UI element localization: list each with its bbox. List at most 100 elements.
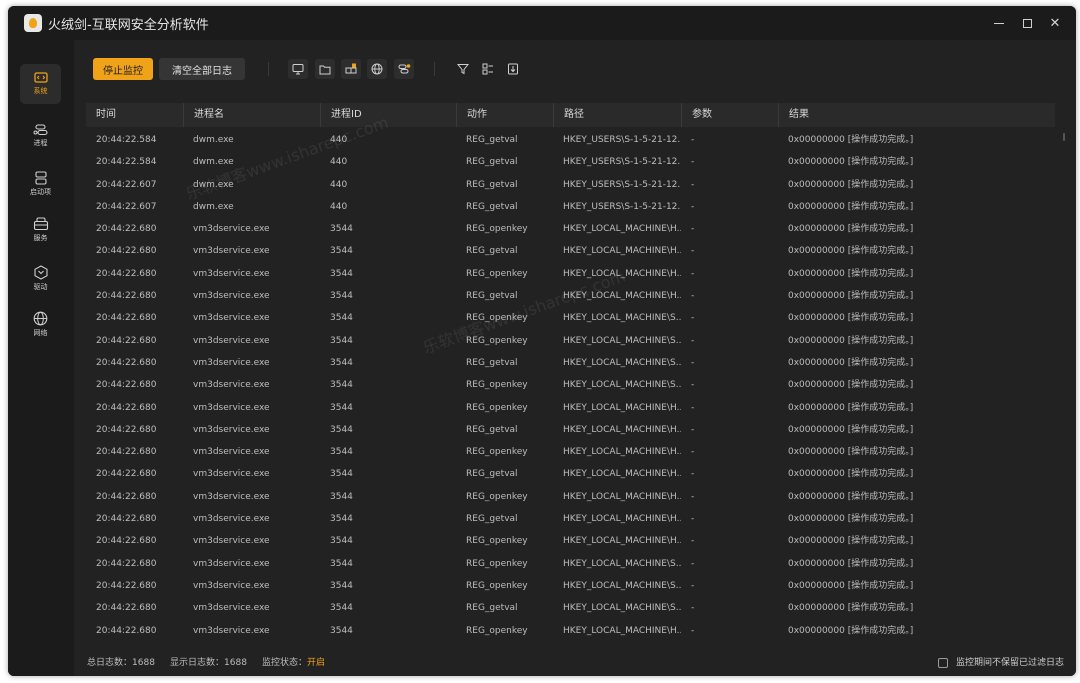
cell-time: 20:44:22.680 bbox=[96, 424, 157, 435]
cell-result: 0x00000000 [操作成功完成。] bbox=[788, 179, 914, 190]
stop-monitor-button[interactable]: 停止监控 bbox=[93, 58, 153, 80]
table-body: 20:44:22.584 dwm.exe 440 REG_getval HKEY_USE… bbox=[86, 129, 1055, 642]
cell-time: 20:44:22.680 bbox=[96, 268, 157, 279]
cell-process-id: 3544 bbox=[330, 514, 353, 525]
column-header-process-id[interactable]: 进程ID bbox=[320, 103, 456, 127]
cell-process-name: vm3dservice.exe bbox=[193, 469, 270, 480]
status-bar: 总日志数：1688 显示日志数：1688 监控状态：开启 监控期间不保留已过滤日… bbox=[74, 653, 1076, 673]
column-header-process-name[interactable]: 进程名 bbox=[183, 103, 320, 127]
cell-process-id: 3544 bbox=[330, 491, 353, 502]
cell-time: 20:44:22.680 bbox=[96, 625, 157, 636]
table-row[interactable]: 20:44:22.680 vm3dservice.exe 3544 REG_openk… bbox=[86, 263, 1055, 285]
table-row[interactable]: 20:44:22.607 dwm.exe 440 REG_getval HKEY_USE… bbox=[86, 196, 1055, 218]
cell-path: HKEY_LOCAL_MACHINE\H... bbox=[563, 469, 681, 480]
cell-params: - bbox=[691, 179, 695, 190]
table-row[interactable]: 20:44:22.607 dwm.exe 440 REG_getval HKEY_USE… bbox=[86, 174, 1055, 196]
cell-path: HKEY_LOCAL_MACHINE\S... bbox=[563, 558, 681, 569]
table-scrollbar[interactable] bbox=[1062, 133, 1066, 633]
table-row[interactable]: 20:44:22.680 vm3dservice.exe 3544 REG_openk… bbox=[86, 620, 1055, 642]
column-header-path[interactable]: 路径 bbox=[553, 103, 681, 127]
cell-path: HKEY_USERS\S-1-5-21-12... bbox=[563, 201, 681, 212]
monitor-icon[interactable] bbox=[288, 59, 308, 79]
cell-action: REG_openkey bbox=[466, 491, 528, 502]
window-controls: ✕ bbox=[992, 6, 1062, 40]
cell-action: REG_openkey bbox=[466, 580, 528, 591]
scrollbar-thumb[interactable] bbox=[1063, 133, 1065, 141]
column-header-time[interactable]: 时间 bbox=[86, 103, 183, 127]
sidebar-item-driver[interactable]: 驱动 bbox=[20, 258, 61, 298]
cell-process-name: dwm.exe bbox=[193, 201, 234, 212]
table-row[interactable]: 20:44:22.680 vm3dservice.exe 3544 REG_openk… bbox=[86, 397, 1055, 419]
folder-icon[interactable] bbox=[315, 59, 335, 79]
sidebar-item-service[interactable]: 服务 bbox=[20, 210, 61, 250]
cell-process-id: 440 bbox=[330, 135, 348, 145]
cell-path: HKEY_LOCAL_MACHINE\H... bbox=[563, 402, 681, 413]
table-row[interactable]: 20:44:22.680 vm3dservice.exe 3544 REG_openk… bbox=[86, 330, 1055, 352]
cell-process-id: 3544 bbox=[330, 357, 353, 368]
minimize-button[interactable] bbox=[992, 16, 1006, 30]
cell-action: REG_getval bbox=[466, 514, 518, 525]
cell-process-id: 3544 bbox=[330, 580, 353, 591]
column-header-result[interactable]: 结果 bbox=[778, 103, 1055, 127]
cell-process-name: vm3dservice.exe bbox=[193, 335, 270, 346]
sidebar-item-system[interactable]: 系统 bbox=[20, 64, 61, 104]
table-row[interactable]: 20:44:22.680 vm3dservice.exe 3544 REG_openk… bbox=[86, 486, 1055, 508]
cell-time: 20:44:22.584 bbox=[96, 135, 157, 145]
table-row[interactable]: 20:44:22.680 vm3dservice.exe 3544 REG_getva… bbox=[86, 463, 1055, 485]
toolbar-divider bbox=[434, 62, 435, 76]
registry-icon[interactable] bbox=[341, 59, 361, 79]
sidebar-item-startup[interactable]: 启动项 bbox=[20, 164, 61, 204]
cell-process-name: vm3dservice.exe bbox=[193, 603, 270, 614]
cell-process-id: 3544 bbox=[330, 603, 353, 614]
cell-time: 20:44:22.607 bbox=[96, 179, 157, 190]
table-row[interactable]: 20:44:22.680 vm3dservice.exe 3544 REG_openk… bbox=[86, 441, 1055, 463]
cell-params: - bbox=[691, 157, 695, 168]
column-header-action[interactable]: 动作 bbox=[456, 103, 553, 127]
table-row[interactable]: 20:44:22.680 vm3dservice.exe 3544 REG_getva… bbox=[86, 352, 1055, 374]
cell-process-name: vm3dservice.exe bbox=[193, 536, 270, 547]
clear-all-logs-button[interactable]: 清空全部日志 bbox=[159, 58, 245, 80]
sidebar-item-process[interactable]: 进程 bbox=[20, 116, 61, 156]
cell-process-id: 440 bbox=[330, 201, 348, 212]
cell-process-id: 3544 bbox=[330, 291, 353, 302]
cell-params: - bbox=[691, 335, 695, 346]
table-row[interactable]: 20:44:22.680 vm3dservice.exe 3544 REG_getva… bbox=[86, 240, 1055, 262]
table-row[interactable]: 20:44:22.680 vm3dservice.exe 3544 REG_getva… bbox=[86, 508, 1055, 530]
table-row[interactable]: 20:44:22.680 vm3dservice.exe 3544 REG_getva… bbox=[86, 597, 1055, 619]
table-row[interactable]: 20:44:22.680 vm3dservice.exe 3544 REG_openk… bbox=[86, 553, 1055, 575]
table-row[interactable]: 20:44:22.680 vm3dservice.exe 3544 REG_getva… bbox=[86, 419, 1055, 441]
process-action-icon[interactable] bbox=[394, 59, 414, 79]
cell-params: - bbox=[691, 625, 695, 636]
cell-process-id: 3544 bbox=[330, 268, 353, 279]
cell-result: 0x00000000 [操作成功完成。] bbox=[788, 246, 914, 257]
sidebar-item-network[interactable]: 网络 bbox=[20, 304, 61, 344]
table-row[interactable]: 20:44:22.680 vm3dservice.exe 3544 REG_openk… bbox=[86, 575, 1055, 597]
close-button[interactable]: ✕ bbox=[1048, 16, 1062, 31]
table-row[interactable]: 20:44:22.680 vm3dservice.exe 3544 REG_openk… bbox=[86, 530, 1055, 552]
sidebar-item-label: 系统 bbox=[33, 87, 48, 95]
table-row[interactable]: 20:44:22.680 vm3dservice.exe 3544 REG_getva… bbox=[86, 285, 1055, 307]
cell-path: HKEY_LOCAL_MACHINE\S... bbox=[563, 335, 681, 346]
cell-process-name: dwm.exe bbox=[193, 135, 234, 145]
cell-process-id: 3544 bbox=[330, 246, 353, 257]
table-row[interactable]: 20:44:22.584 dwm.exe 440 REG_getval HKEY_USE… bbox=[86, 151, 1055, 173]
table-row[interactable]: 20:44:22.584 dwm.exe 440 REG_getval HKEY_USE… bbox=[86, 129, 1055, 151]
filter-icon[interactable] bbox=[453, 59, 473, 79]
cell-time: 20:44:22.680 bbox=[96, 224, 157, 235]
table-row[interactable]: 20:44:22.680 vm3dservice.exe 3544 REG_openk… bbox=[86, 218, 1055, 240]
column-header-params[interactable]: 参数 bbox=[681, 103, 778, 127]
cell-params: - bbox=[691, 380, 695, 391]
columns-icon[interactable] bbox=[478, 59, 498, 79]
globe-icon[interactable] bbox=[367, 59, 387, 79]
cell-path: HKEY_LOCAL_MACHINE\H... bbox=[563, 447, 681, 458]
table-row[interactable]: 20:44:22.680 vm3dservice.exe 3544 REG_openk… bbox=[86, 374, 1055, 396]
keep-filtered-checkbox[interactable] bbox=[938, 658, 948, 668]
cell-action: REG_openkey bbox=[466, 402, 528, 413]
table-row[interactable]: 20:44:22.680 vm3dservice.exe 3544 REG_openk… bbox=[86, 307, 1055, 329]
maximize-button[interactable] bbox=[1020, 16, 1034, 30]
total-log-count: 总日志数：1688 bbox=[87, 658, 155, 668]
cell-process-name: vm3dservice.exe bbox=[193, 447, 270, 458]
export-icon[interactable] bbox=[503, 59, 523, 79]
cell-action: REG_getval bbox=[466, 357, 518, 368]
monitor-status: 监控状态：开启 bbox=[262, 658, 326, 668]
